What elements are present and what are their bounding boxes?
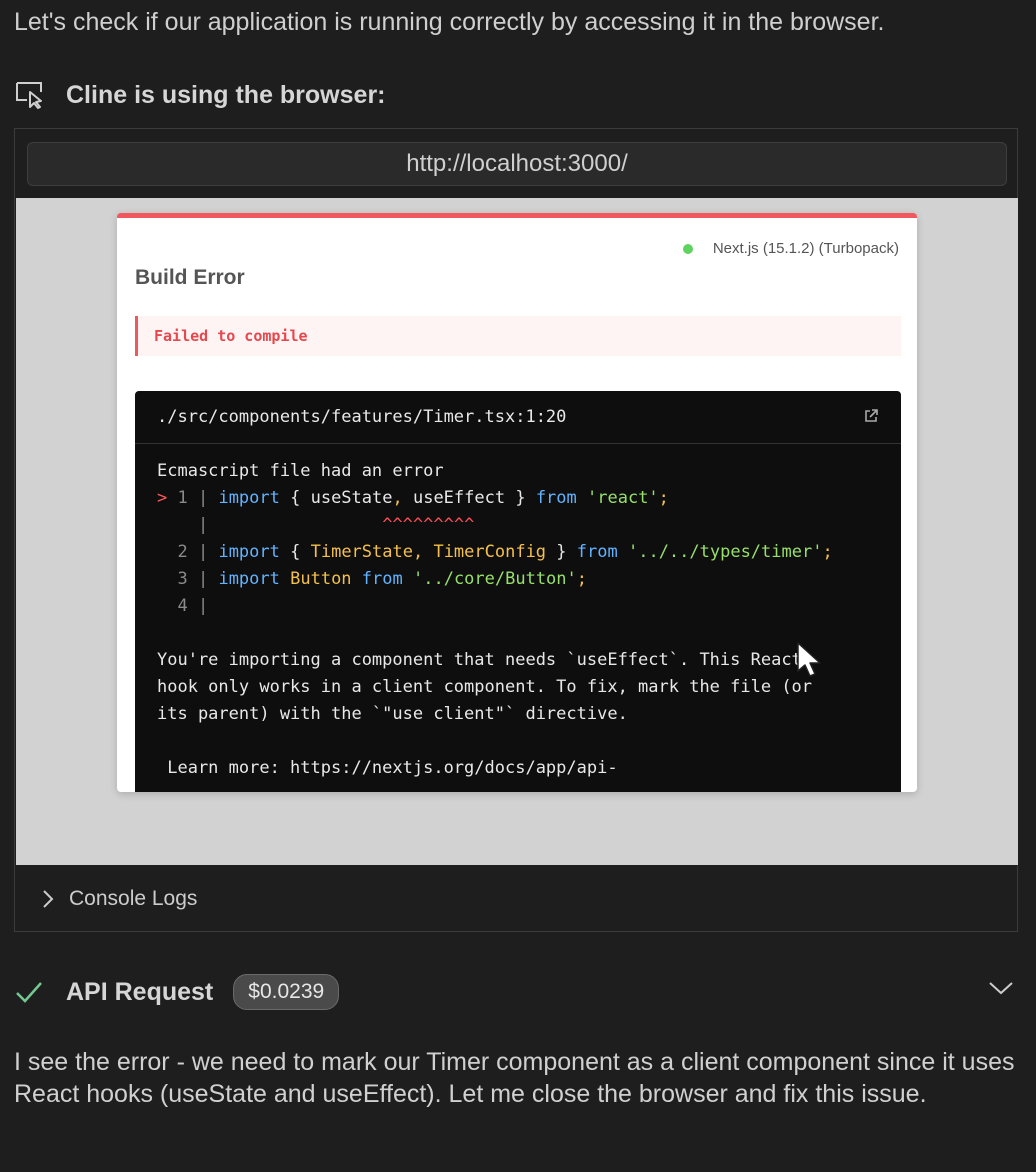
code-line-squiggle: | ^^^^^^^^^ (157, 515, 475, 535)
error-message-line-2: hook only works in a client component. T… (157, 677, 813, 697)
chevron-right-icon (41, 889, 55, 909)
browser-session-header: Cline is using the browser: (14, 78, 386, 112)
build-error-title: Build Error (135, 266, 245, 289)
error-message-line-3: its parent) with the `"use client"` dire… (157, 704, 628, 724)
code-line-1: > 1 | import { useState, useEffect } fro… (157, 488, 669, 508)
compile-fail-text: Failed to compile (154, 327, 308, 345)
error-message-line-1: You're importing a component that needs … (157, 650, 802, 670)
nextjs-version-text: Next.js (15.1.2) (Turbopack) (712, 240, 899, 257)
browser-cursor-icon (14, 78, 48, 112)
chevron-down-icon[interactable] (988, 980, 1014, 1001)
open-in-editor-icon (863, 408, 879, 429)
browser-session-title: Cline is using the browser: (66, 80, 386, 109)
console-logs-toggle[interactable]: Console Logs (15, 866, 1017, 932)
code-line-2: 2 | import { TimerState, TimerConfig } f… (177, 542, 833, 562)
code-line-4: 4 | (177, 596, 209, 616)
learn-more-link: Learn more: https://nextjs.org/docs/app/… (157, 758, 618, 778)
code-frame-header: ./src/components/features/Timer.tsx:1:20 (135, 391, 901, 444)
build-error-dialog: Next.js (15.1.2) (Turbopack) Build Error… (117, 213, 917, 792)
api-request-title: API Request (66, 977, 214, 1006)
code-line-3: 3 | import Button from '../core/Button'; (177, 569, 588, 589)
error-file-path: ./src/components/features/Timer.tsx:1:20 (157, 407, 567, 427)
intro-message: Let's check if our application is runnin… (14, 8, 885, 36)
assistant-response: I see the error - we need to mark our Ti… (14, 1048, 1015, 1108)
console-logs-label: Console Logs (69, 887, 198, 910)
api-cost-badge: $0.0239 (233, 974, 340, 1010)
browser-screenshot: Next.js (15.1.2) (Turbopack) Build Error… (16, 198, 1018, 865)
nextjs-version-badge: Next.js (15.1.2) (Turbopack) (682, 240, 899, 257)
check-icon (14, 979, 46, 1005)
mouse-cursor-icon (796, 641, 826, 684)
status-dot-icon (682, 243, 693, 254)
browser-panel: http://localhost:3000/ Next.js (15.1.2) … (14, 128, 1018, 932)
api-request-row[interactable]: API Request $0.0239 (14, 970, 1018, 1014)
compile-fail-banner: Failed to compile (135, 316, 901, 356)
error-code-frame: ./src/components/features/Timer.tsx:1:20… (135, 391, 901, 792)
url-bar: http://localhost:3000/ (27, 142, 1007, 186)
error-heading: Ecmascript file had an error (157, 461, 444, 481)
